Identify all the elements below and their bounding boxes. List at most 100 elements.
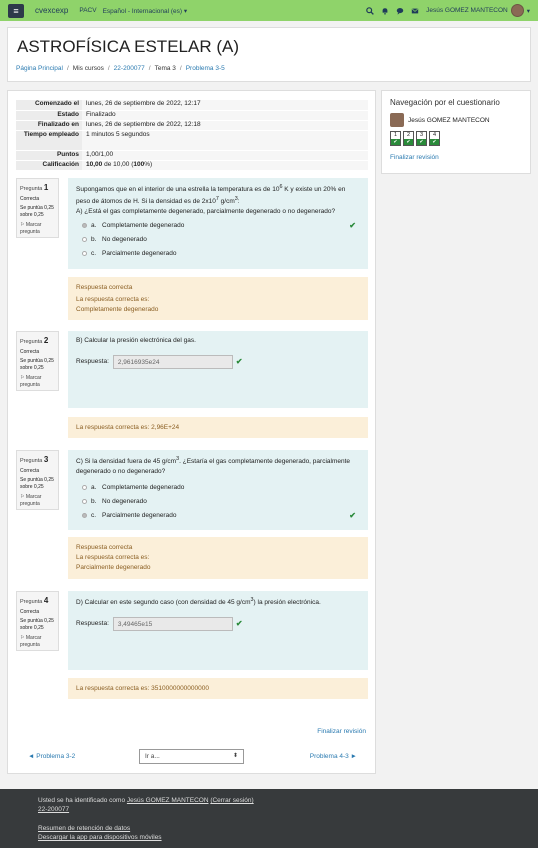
- top-navbar: ≡ cvexcexp PACV Español - Internacional …: [0, 0, 538, 21]
- menu-toggle-button[interactable]: ≡: [8, 3, 24, 18]
- question-statement: Supongamos que en el interior de una est…: [76, 184, 346, 206]
- table-row: Estado Finalizado: [16, 110, 368, 121]
- quiz-pager: ◄ Problema 3-2 Ir a... ⬍ Problema 4-3 ►: [8, 748, 377, 768]
- envelope-icon[interactable]: [411, 7, 419, 15]
- question-text-4: D) Calcular en este segundo caso (con de…: [68, 591, 368, 670]
- check-icon: ✔: [349, 220, 356, 230]
- answer-option[interactable]: b. No degenerado: [76, 495, 360, 509]
- radio-button[interactable]: [82, 237, 87, 243]
- question-subpart: A) ¿Está el gas completamente degenerado…: [76, 207, 336, 215]
- user-menu[interactable]: Jesús GOMEZ MANTECON ▾: [426, 4, 530, 17]
- table-row: Finalizado en lunes, 26 de septiembre de …: [16, 120, 368, 131]
- chat-bubble-icon[interactable]: [396, 7, 404, 15]
- flag-icon: ⚐: [20, 221, 25, 228]
- question-score: Se puntúa 0,25 sobre 0,25: [20, 204, 54, 218]
- breadcrumb-quiz[interactable]: Problema 3-5: [186, 65, 225, 72]
- radio-button[interactable]: [82, 513, 87, 519]
- bell-icon[interactable]: [381, 7, 389, 15]
- question-state: Correcta: [20, 195, 40, 202]
- answer-option[interactable]: b. No degenerado: [76, 233, 360, 247]
- chevron-down-icon: ▾: [183, 7, 188, 15]
- flag-icon: ⚐: [20, 493, 25, 500]
- question-nav-button[interactable]: 3 ✔: [416, 131, 427, 146]
- question-text-3: C) Si la densidad fuera de 45 g/cm3. ¿Es…: [68, 450, 368, 530]
- check-icon: ✔: [404, 139, 413, 145]
- flag-question-button[interactable]: ⚐ Marcar pregunta: [20, 494, 55, 508]
- answer-input[interactable]: 2,9616935e24: [112, 354, 233, 369]
- quiz-navigation-block: Navegación por el cuestionario Jesús GOM…: [381, 90, 531, 174]
- question-nav-button[interactable]: 2 ✔: [403, 131, 414, 146]
- feedback-4: La respuesta correcta es: 35100000000000…: [68, 678, 368, 699]
- question-text-1: Supongamos que en el interior de una est…: [68, 178, 368, 269]
- course-link[interactable]: 22-200077: [38, 806, 69, 813]
- breadcrumb: Página Principal / Mis cursos/ 22-200077/…: [16, 65, 225, 72]
- breadcrumb-home[interactable]: Página Principal: [16, 65, 63, 72]
- question-info-2: Pregunta 2 Correcta Se puntúa 0,25 sobre…: [16, 331, 59, 391]
- quiz-review-region: Comenzado el lunes, 26 de septiembre de 2…: [7, 90, 376, 774]
- breadcrumb-topic: Tema 3: [154, 65, 176, 72]
- table-row: Comenzado el lunes, 26 de septiembre de 2…: [16, 100, 368, 111]
- flag-question-button[interactable]: ⚐ Marcar pregunta: [20, 222, 55, 236]
- radio-button[interactable]: [82, 223, 87, 229]
- mobile-app-link[interactable]: Descargar la app para dispositivos móvil…: [38, 834, 162, 841]
- radio-button[interactable]: [82, 499, 87, 505]
- user-profile-link[interactable]: Jesús GOMEZ MANTECON: [127, 797, 209, 804]
- table-row: Puntos 1,00/1,00: [16, 150, 368, 161]
- flag-icon: ⚐: [20, 374, 25, 381]
- page-title: ASTROFÍSICA ESTELAR (A): [17, 37, 239, 56]
- answer-input[interactable]: 3,49465e15: [112, 616, 233, 631]
- data-retention-link[interactable]: Resumen de retención de datos: [38, 825, 130, 832]
- feedback-2: La respuesta correcta es: 2,96E+24: [68, 417, 368, 438]
- question-nav-button[interactable]: 4 ✔: [429, 131, 440, 146]
- check-icon: ✔: [430, 139, 439, 145]
- page-footer: Usted se ha identificado como Jesús GOME…: [0, 789, 538, 848]
- answer-options: a. Completamente degenerado ✔ b. No degener…: [76, 219, 360, 261]
- feedback-3: Respuesta correcta La respuesta correcta…: [68, 537, 368, 579]
- finish-review-link[interactable]: Finalizar revisión: [317, 728, 366, 735]
- breadcrumb-my-courses: Mis cursos: [72, 65, 104, 72]
- question-buttons: 1 ✔ 2 ✔ 3 ✔ 4 ✔: [390, 131, 440, 146]
- table-row: Calificación 10,00 de 10,00 (100%): [16, 160, 368, 171]
- chevron-down-icon: ▾: [526, 7, 530, 15]
- question-info-1: Pregunta 1 Correcta Se puntúa 0,25 sobre…: [16, 178, 59, 238]
- question-nav-button[interactable]: 1 ✔: [390, 131, 401, 146]
- nav-link-pacv[interactable]: PACV: [79, 7, 96, 14]
- user-name: Jesús GOMEZ MANTECON: [426, 7, 508, 14]
- feedback-1: Respuesta correcta La respuesta correcta…: [68, 277, 368, 320]
- answer-option[interactable]: a. Completamente degenerado: [76, 481, 360, 495]
- flag-question-button[interactable]: ⚐ Marcar pregunta: [20, 375, 55, 389]
- attempt-summary-table: Comenzado el lunes, 26 de septiembre de 2…: [16, 100, 368, 171]
- jump-to-select[interactable]: Ir a... ⬍: [139, 749, 244, 764]
- next-activity-link[interactable]: Problema 4-3 ►: [310, 753, 357, 760]
- check-icon: ✔: [235, 356, 243, 366]
- answer-options: a. Completamente degenerado b. No degenera…: [76, 481, 360, 523]
- finish-review-link[interactable]: Finalizar revisión: [390, 154, 439, 161]
- site-brand[interactable]: cvexcexp: [35, 6, 68, 15]
- block-title: Navegación por el cuestionario: [390, 98, 500, 107]
- flag-icon: ⚐: [20, 634, 25, 641]
- radio-button[interactable]: [82, 485, 87, 491]
- language-menu[interactable]: Español - Internacional (es) ▾: [103, 7, 188, 15]
- question-info-3: Pregunta 3 Correcta Se puntúa 0,25 sobre…: [16, 450, 59, 510]
- check-icon: ✔: [391, 139, 400, 145]
- page-header: ASTROFÍSICA ESTELAR (A) Página Principal…: [7, 27, 531, 82]
- avatar: [390, 113, 404, 127]
- logout-link[interactable]: (Cerrar sesión): [210, 797, 253, 804]
- question-text-2: B) Calcular la presión electrónica del g…: [68, 331, 368, 408]
- check-icon: ✔: [235, 618, 243, 628]
- flag-question-button[interactable]: ⚐ Marcar pregunta: [20, 635, 55, 649]
- previous-activity-link[interactable]: ◄ Problema 3-2: [28, 753, 75, 760]
- breadcrumb-course[interactable]: 22-200077: [114, 65, 145, 72]
- answer-option[interactable]: a. Completamente degenerado ✔: [76, 219, 360, 233]
- check-icon: ✔: [417, 139, 426, 145]
- check-icon: ✔: [349, 510, 356, 520]
- nav-user-area: Jesús GOMEZ MANTECON ▾: [366, 0, 530, 21]
- avatar: [510, 4, 524, 17]
- chevron-updown-icon: ⬍: [232, 753, 238, 759]
- search-icon[interactable]: [366, 6, 374, 15]
- radio-button[interactable]: [82, 251, 87, 257]
- question-info-4: Pregunta 4 Correcta Se puntúa 0,25 sobre…: [16, 591, 59, 651]
- answer-option[interactable]: c. Parcialmente degenerado ✔: [76, 509, 360, 523]
- answer-option[interactable]: c. Parcialmente degenerado: [76, 247, 360, 261]
- table-row: Tiempo empleado 1 minutos 5 segundos: [16, 130, 368, 151]
